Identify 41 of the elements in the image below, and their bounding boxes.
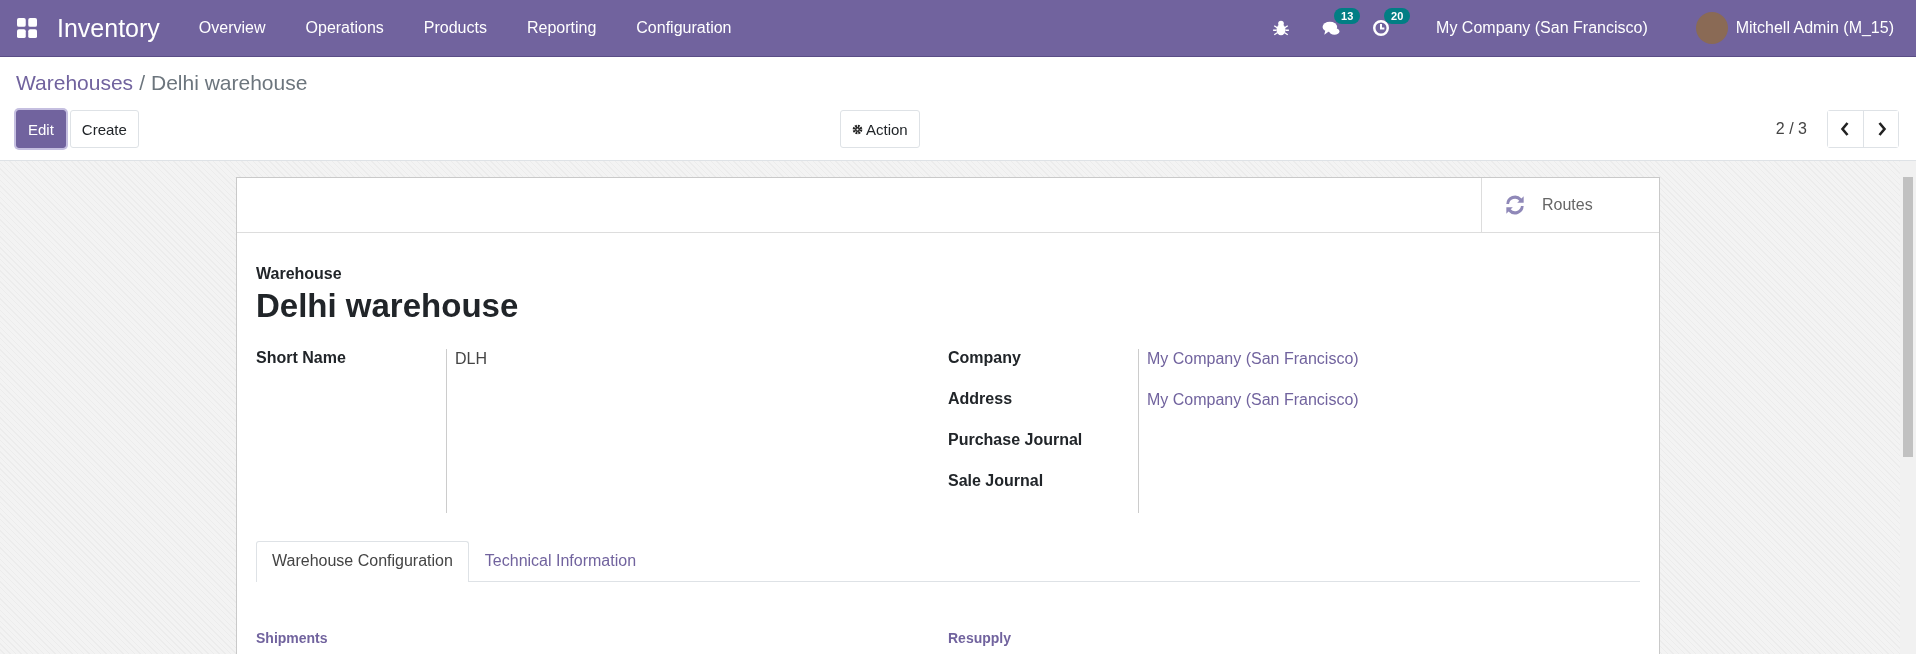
clock-icon[interactable] — [1372, 19, 1391, 37]
action-button[interactable]: Action — [840, 110, 920, 148]
create-button[interactable]: Create — [69, 110, 139, 148]
app-name[interactable]: Inventory — [57, 13, 160, 43]
field-link[interactable]: My Company (San Francisco) — [1147, 391, 1359, 408]
field-value: DLH — [455, 350, 487, 367]
field-label: Company — [948, 349, 1022, 368]
scrollbar[interactable] — [1900, 161, 1916, 654]
company-switcher[interactable]: My Company (San Francisco) — [1436, 19, 1648, 37]
field-label: Address — [948, 390, 1014, 409]
next-button[interactable] — [1863, 111, 1898, 147]
breadcrumb-link[interactable]: Warehouses — [16, 71, 134, 101]
avatar — [1695, 12, 1728, 44]
menu-item[interactable]: Overview — [178, 19, 286, 37]
menu-item[interactable]: Products — [403, 19, 507, 37]
field-link[interactable]: My Company (San Francisco) — [1147, 350, 1359, 367]
user-menu[interactable]: Mitchell Admin (M_15) — [1695, 12, 1894, 44]
field-label: Sale Journal — [948, 472, 1045, 491]
scrollbar-thumb[interactable] — [1903, 177, 1913, 457]
menu-item[interactable]: Configuration — [616, 19, 752, 37]
chevron-left-icon[interactable] — [1840, 121, 1851, 137]
breadcrumb-current: Delhi warehouse — [150, 71, 308, 96]
field-label: Purchase Journal — [948, 431, 1084, 450]
tab[interactable]: Warehouse Configuration — [256, 541, 469, 582]
field-label: Warehouse — [256, 265, 343, 283]
chat-bubbles-icon[interactable] — [1322, 19, 1341, 37]
tab[interactable]: Technical Information — [468, 541, 653, 581]
section-heading: Shipments — [256, 630, 329, 646]
edit-button[interactable]: Edit — [16, 110, 66, 148]
pager-value: 2 / 3 — [1775, 120, 1807, 138]
apps-menu-icon[interactable] — [17, 18, 37, 38]
menu-item[interactable]: Operations — [285, 19, 404, 37]
counter-badge: 20 — [1384, 8, 1411, 24]
section-heading: Resupply — [948, 630, 1012, 646]
menu-item[interactable]: Reporting — [506, 19, 617, 37]
record-title: Delhi warehouse — [256, 287, 520, 325]
bug-icon[interactable] — [1272, 19, 1291, 37]
counter-badge: 13 — [1334, 8, 1361, 24]
field-label: Short Name — [256, 349, 347, 368]
gear-icon[interactable] — [852, 123, 863, 135]
breadcrumb-separator: / — [139, 71, 145, 96]
